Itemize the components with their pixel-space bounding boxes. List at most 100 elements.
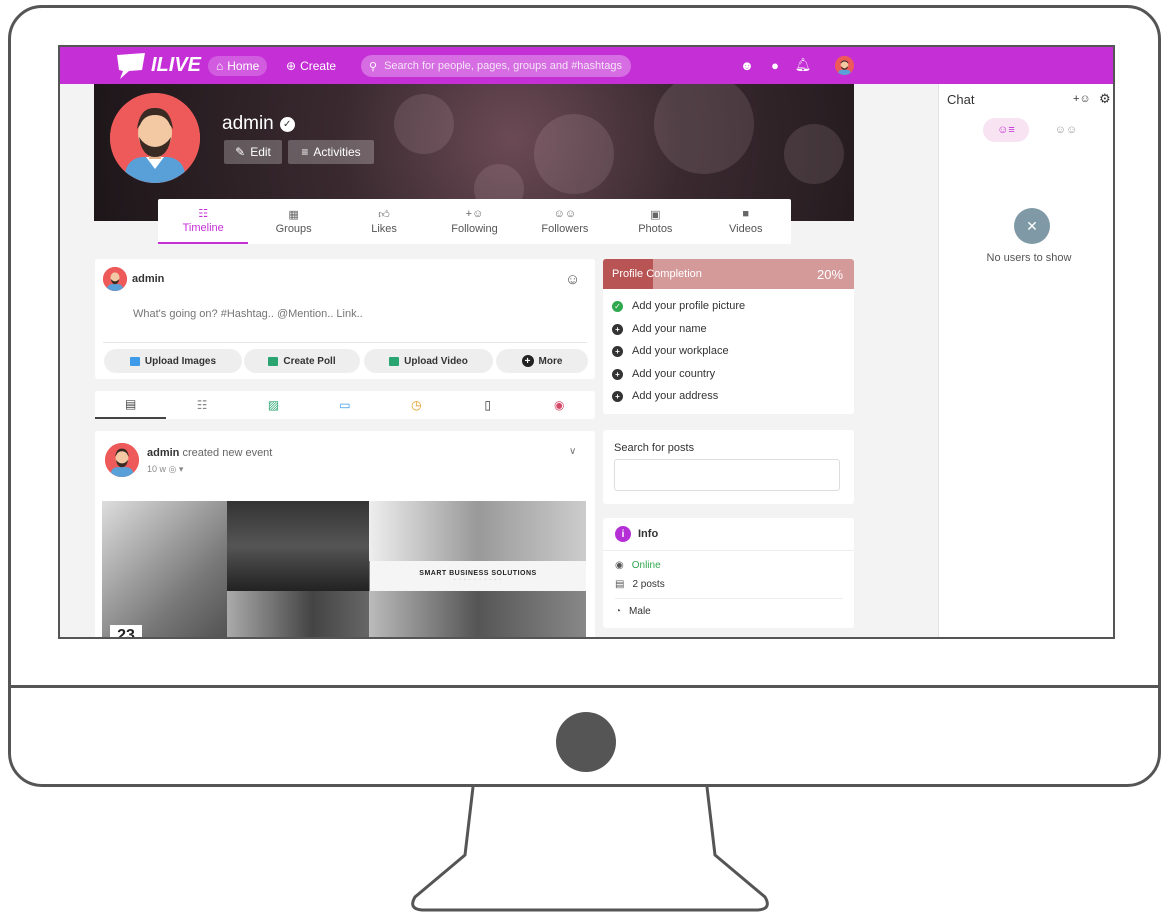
user-list-icon: ☺≡ xyxy=(997,124,1015,136)
create-poll-button[interactable]: Create Poll xyxy=(244,349,360,373)
tab-label: Likes xyxy=(371,223,397,235)
user-avatar-menu[interactable] xyxy=(835,56,854,75)
filter-files-icon[interactable]: ▯ xyxy=(452,391,523,419)
search-posts-input[interactable] xyxy=(614,459,840,491)
search-input[interactable] xyxy=(382,59,627,73)
tab-photos[interactable]: ▣ Photos xyxy=(610,199,700,244)
image-title-banner: SMART BUSINESS SOLUTIONS · · · · · · · ·… xyxy=(370,561,586,591)
chat-tab-groups[interactable]: ☺☺ xyxy=(1043,118,1089,142)
chat-tab-friends[interactable]: ☺≡ xyxy=(983,118,1029,142)
completion-item[interactable]: + Add your name xyxy=(612,323,707,335)
screen: ILIVE ⌂ Home ⊕ Create ⚲ ☻ ● 🔔︎ xyxy=(58,45,1115,639)
info-divider xyxy=(615,598,843,599)
gender-value: Male xyxy=(629,606,651,617)
filter-all-posts-icon[interactable]: ▤ xyxy=(95,391,167,419)
activities-button[interactable]: ≡ Activities xyxy=(288,140,374,164)
completion-item[interactable]: ✓ Add your profile picture xyxy=(612,300,745,312)
info-card: i Info ◉ Online ▤ 2 posts ◔ Male xyxy=(603,518,854,628)
create-label: Create xyxy=(300,59,337,73)
profile-completion-percent: 20% xyxy=(817,267,844,282)
profile-tabs: ☷ Timeline ▦ Groups 👍︎ Likes +☺ Followin… xyxy=(158,199,791,244)
tab-groups[interactable]: ▦ Groups xyxy=(248,199,338,244)
search-posts-label: Search for posts xyxy=(614,442,695,454)
info-title: Info xyxy=(638,528,659,540)
globe-icon[interactable]: ◎ ▾ xyxy=(169,464,184,474)
emoji-menu-icon[interactable]: ☻ xyxy=(739,57,755,73)
chat-sidebar: Chat +☺ ⚙ ☺≡ ☺☺ ✕ No users to show xyxy=(938,84,1113,637)
filter-text-icon[interactable]: ☷ xyxy=(166,391,237,419)
image-upload-icon xyxy=(129,356,140,366)
tab-label: Following xyxy=(451,223,498,235)
chevron-down-icon[interactable]: ∨ xyxy=(569,446,576,457)
tab-likes[interactable]: 👍︎ Likes xyxy=(339,199,429,244)
post-author-avatar[interactable] xyxy=(105,443,139,477)
no-users-message: No users to show xyxy=(986,252,1072,264)
filter-location-icon[interactable]: ◉ xyxy=(524,391,595,419)
more-button[interactable]: + More xyxy=(496,349,588,373)
monitor-stand xyxy=(411,786,769,912)
edit-label: Edit xyxy=(250,145,271,159)
emoji-picker-icon[interactable]: ☺ xyxy=(565,271,580,288)
completion-item[interactable]: + Add your country xyxy=(612,368,715,380)
photo-office-image xyxy=(227,501,369,591)
speech-bubble-logo-icon xyxy=(117,53,145,79)
online-status: Online xyxy=(631,560,661,571)
completion-item[interactable]: + Add your address xyxy=(612,390,718,402)
search-bar[interactable]: ⚲ xyxy=(361,55,631,77)
document-icon: ▤ xyxy=(615,579,625,590)
site-logo[interactable]: ILIVE xyxy=(115,51,201,81)
edit-profile-button[interactable]: ✎ Edit xyxy=(224,140,282,164)
image-subtitle-decoration: · · · · · · · · · · xyxy=(453,576,503,583)
gear-icon[interactable]: ⚙ xyxy=(1099,91,1111,107)
check-circle-icon: ✓ xyxy=(612,300,623,312)
monitor-bezel-divider xyxy=(10,685,1160,688)
no-users-icon: ✕ xyxy=(1014,208,1050,244)
photo-meeting-image xyxy=(227,591,369,637)
profile-avatar[interactable] xyxy=(110,93,200,183)
photo-hands-image xyxy=(102,501,227,637)
messages-icon[interactable]: ● xyxy=(767,57,783,73)
home-label: Home xyxy=(227,59,260,73)
completion-item[interactable]: + Add your workplace xyxy=(612,345,729,357)
users-icon: ☺☺ xyxy=(553,208,577,220)
user-plus-icon: +☺ xyxy=(465,208,484,220)
tab-label: Photos xyxy=(638,223,673,235)
tab-timeline[interactable]: ☷ Timeline xyxy=(158,199,249,244)
image-icon: ▣ xyxy=(650,209,661,221)
tab-videos[interactable]: ■ Videos xyxy=(701,199,791,244)
group-icon: ☺☺ xyxy=(1054,124,1078,136)
profile-avatar-image xyxy=(110,93,200,183)
filter-video-icon[interactable]: ▭ xyxy=(309,391,380,419)
tab-followers[interactable]: ☺☺ Followers xyxy=(520,199,610,244)
upload-images-button[interactable]: Upload Images xyxy=(104,349,242,373)
tab-following[interactable]: +☺ Following xyxy=(429,199,519,244)
verified-badge-icon: ✓ xyxy=(279,116,295,132)
logo-text: ILIVE xyxy=(151,54,202,76)
plus-circle-icon: + xyxy=(521,355,534,367)
post-publisher: admin ☺ Upload Images Create Poll Upload… xyxy=(95,259,595,379)
filter-music-icon[interactable]: ◷ xyxy=(381,391,452,419)
home-icon: ⌂ xyxy=(216,59,224,73)
video-camera-icon xyxy=(389,356,400,366)
upload-video-button[interactable]: Upload Video xyxy=(364,349,493,373)
add-user-icon[interactable]: +☺ xyxy=(1073,93,1091,105)
post-text-input[interactable] xyxy=(131,307,555,321)
publisher-avatar-image xyxy=(103,267,127,291)
profile-name: admin ✓ xyxy=(222,113,295,135)
notifications-bell-icon[interactable]: 🔔︎ xyxy=(795,57,812,73)
post-action-text: created new event xyxy=(182,447,273,459)
chat-title: Chat xyxy=(947,92,975,107)
home-button[interactable]: ⌂ Home xyxy=(208,56,268,76)
video-icon: ■ xyxy=(742,208,750,220)
post-card: admin created new event 10 w ◎ ▾ ∨ SMART… xyxy=(95,431,595,637)
post-author-name[interactable]: admin xyxy=(147,447,179,459)
event-cover-image[interactable]: SMART BUSINESS SOLUTIONS · · · · · · · ·… xyxy=(102,501,586,637)
list-icon: ≡ xyxy=(301,145,309,159)
monitor-logo-button xyxy=(556,712,616,772)
cover-bokeh xyxy=(654,84,754,174)
profile-completion-title: Profile Completion xyxy=(612,268,702,280)
user-avatar-image xyxy=(835,56,854,75)
create-button[interactable]: ⊕ Create xyxy=(278,56,344,76)
filter-photos-icon[interactable]: ▨ xyxy=(238,391,309,419)
completion-item-label: Add your name xyxy=(632,323,707,335)
